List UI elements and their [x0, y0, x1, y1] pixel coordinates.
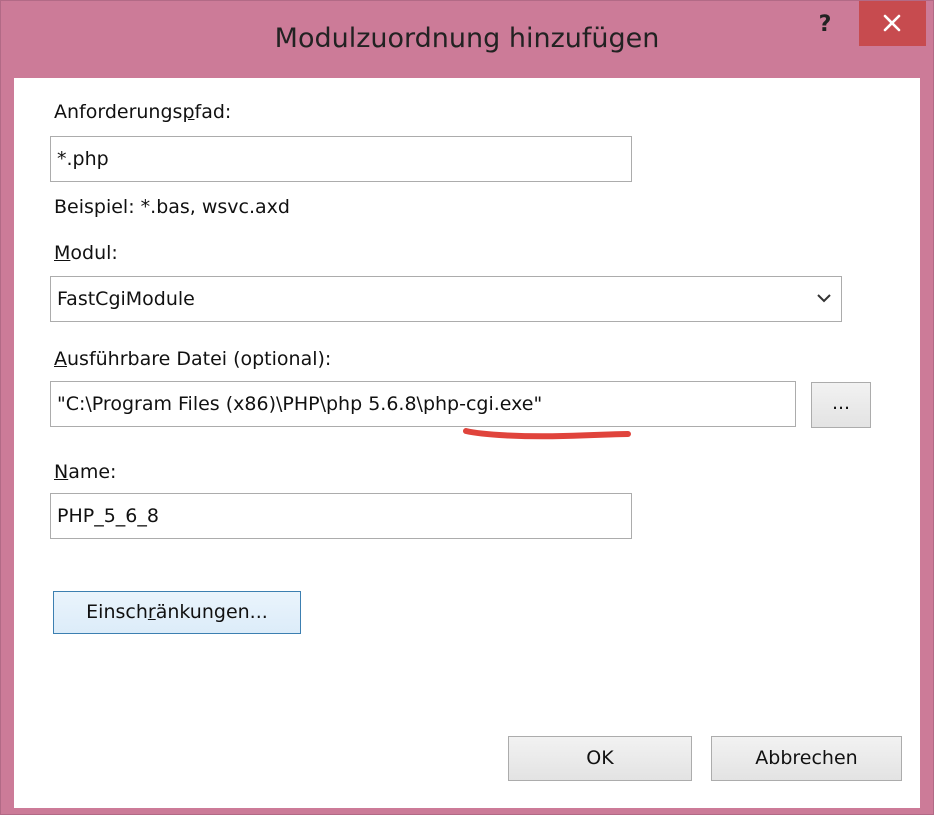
name-label: Name: — [54, 461, 117, 483]
dialog-content: Anforderungspfad: *.php Beispiel: *.bas,… — [14, 78, 920, 808]
module-label: Modul: — [54, 242, 118, 264]
red-underline-annotation — [463, 428, 631, 440]
ok-button[interactable]: OK — [508, 736, 692, 781]
dialog-window: Modulzuordnung hinzufügen ? Anforderungs… — [0, 0, 934, 815]
request-path-label: Anforderungspfad: — [54, 101, 232, 123]
chevron-down-icon — [817, 294, 831, 303]
close-icon — [883, 14, 901, 32]
dialog-title: Modulzuordnung hinzufügen — [274, 23, 660, 54]
executable-label: Ausführbare Datei (optional): — [54, 348, 332, 370]
example-hint: Beispiel: *.bas, wsvc.axd — [54, 196, 290, 218]
request-path-input[interactable]: *.php — [50, 136, 632, 182]
title-bar[interactable]: Modulzuordnung hinzufügen ? — [1, 1, 933, 76]
module-select-value: FastCgiModule — [57, 288, 195, 310]
restrictions-button[interactable]: Einschränkungen... — [53, 591, 301, 634]
browse-button[interactable]: ... — [811, 382, 871, 428]
close-button[interactable] — [859, 1, 926, 46]
executable-input[interactable]: "C:\Program Files (x86)\PHP\php 5.6.8\ph… — [50, 381, 796, 427]
cancel-button[interactable]: Abbrechen — [711, 736, 902, 781]
help-button[interactable]: ? — [805, 5, 845, 45]
name-input[interactable]: PHP_5_6_8 — [50, 493, 632, 539]
module-select[interactable]: FastCgiModule — [50, 276, 842, 322]
